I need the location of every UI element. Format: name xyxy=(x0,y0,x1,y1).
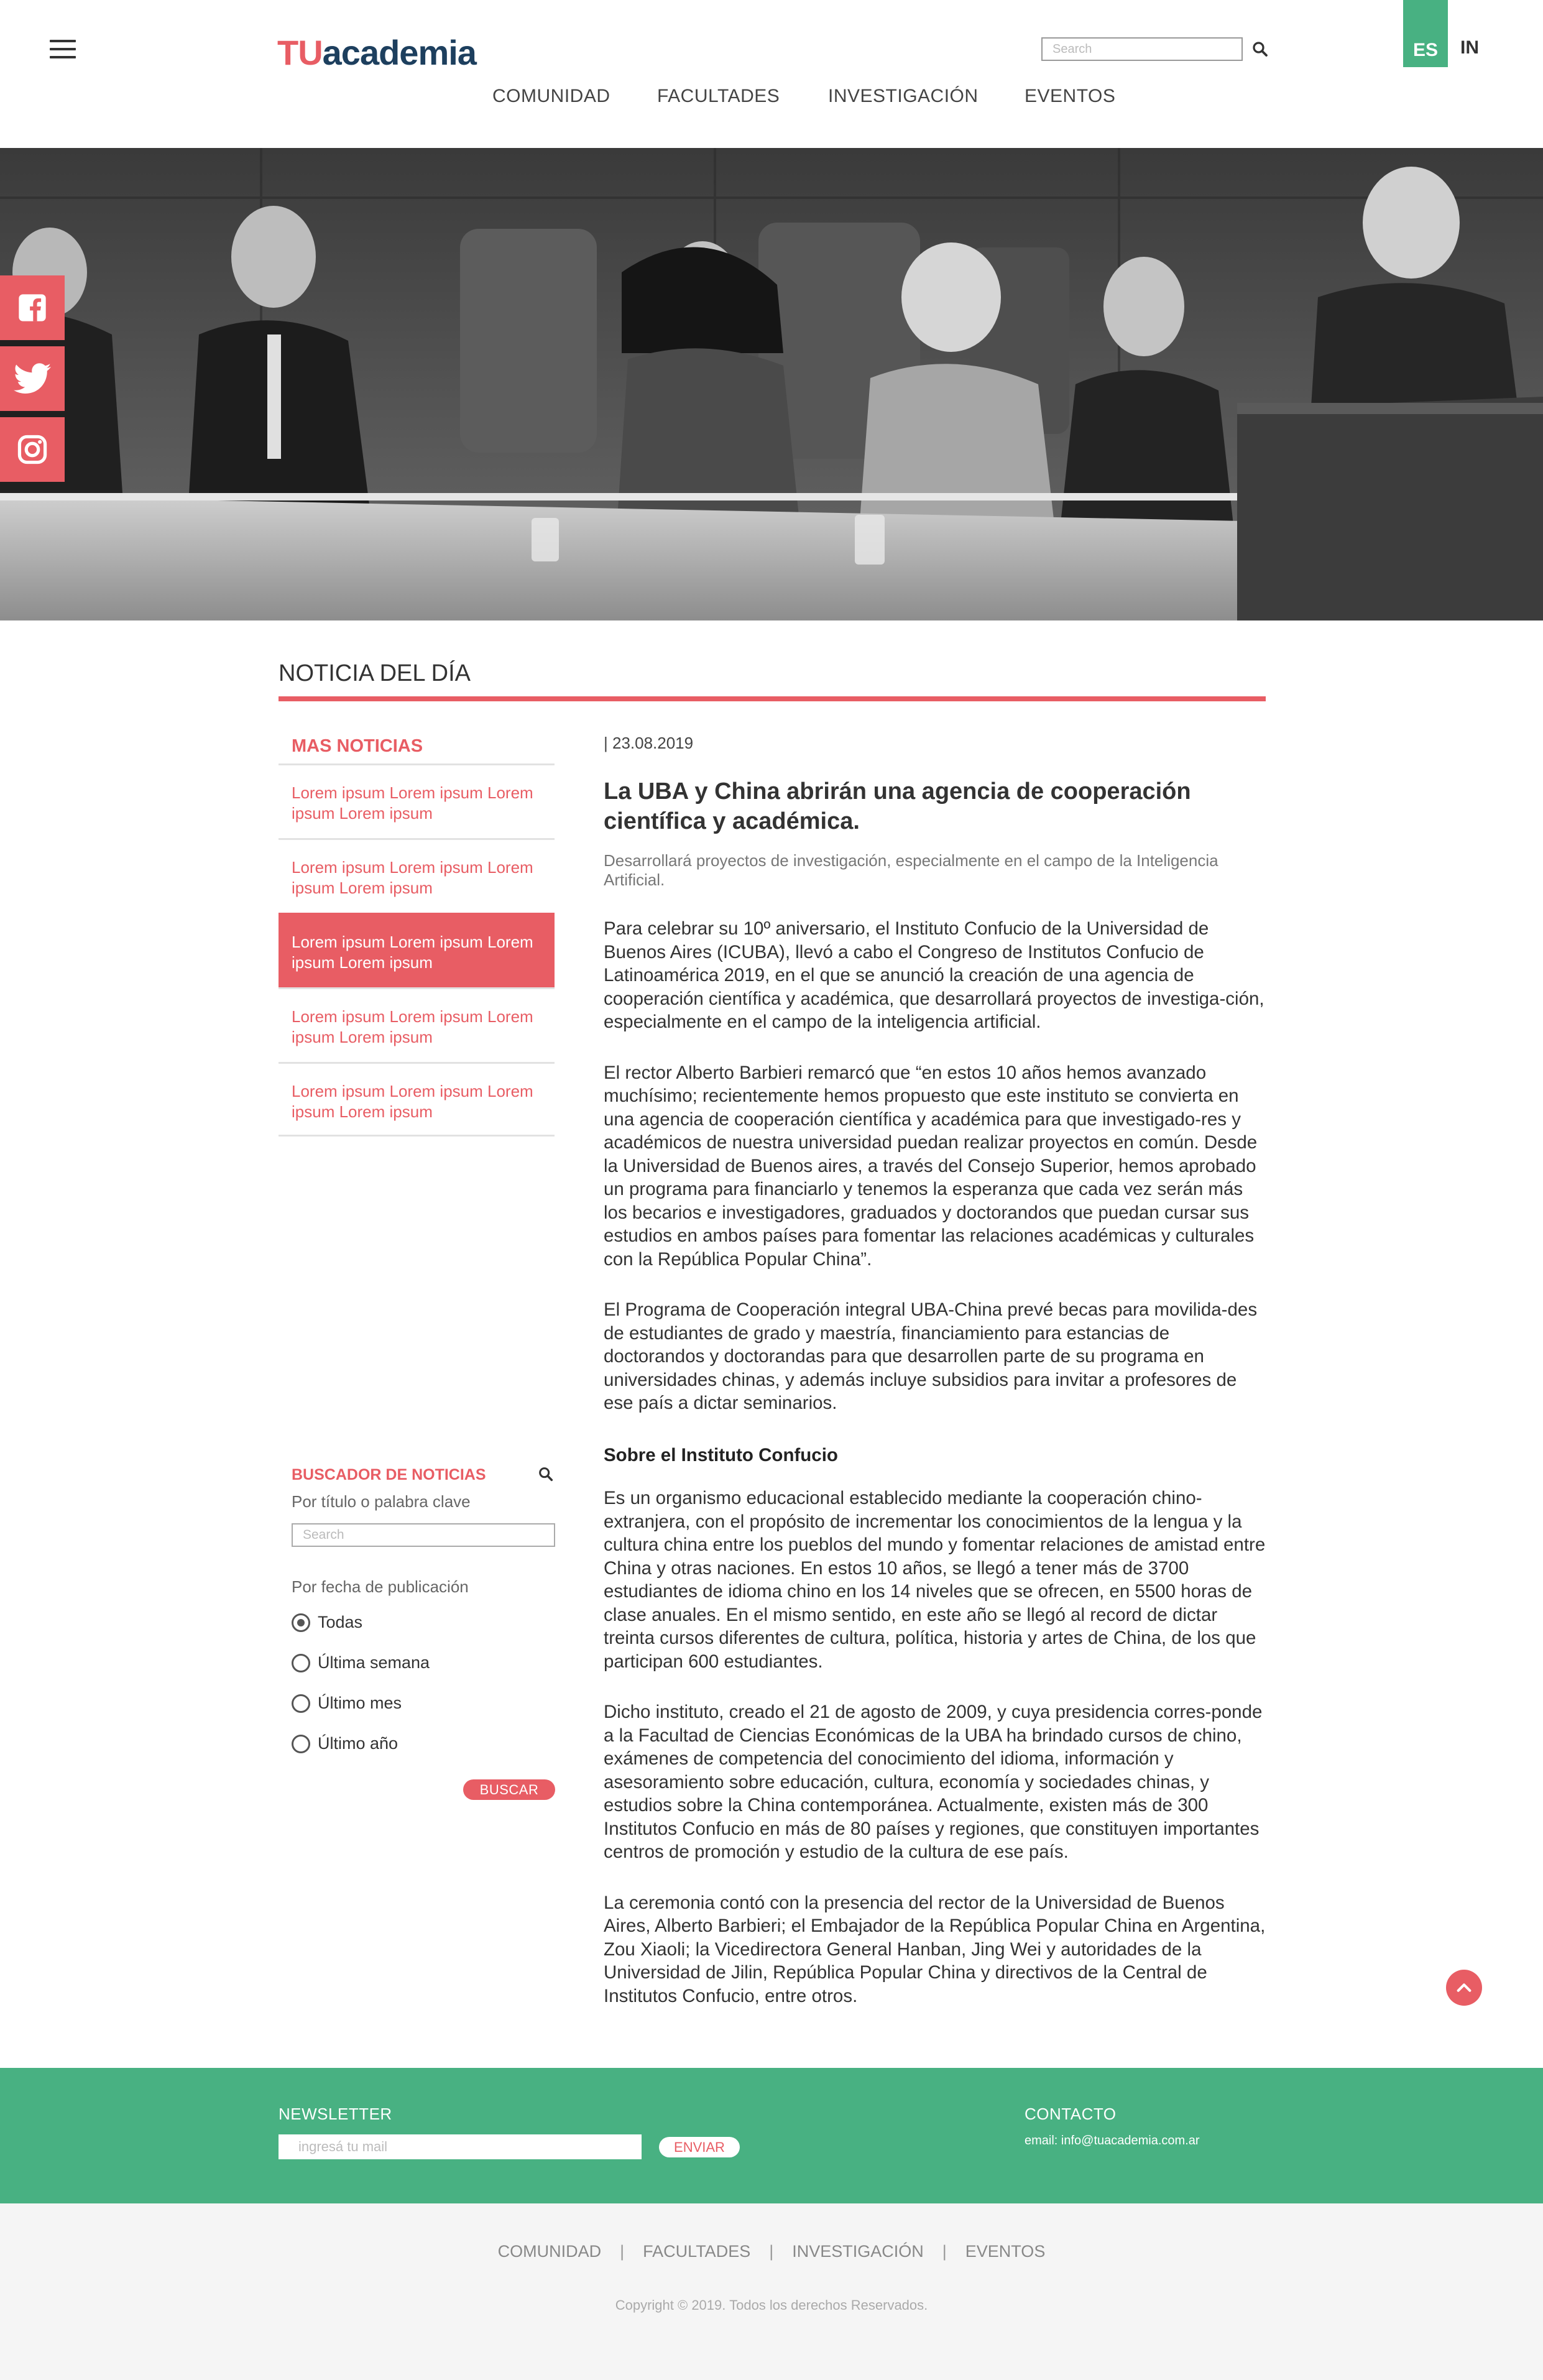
copyright: Copyright © 2019. Todos los derechos Res… xyxy=(615,2297,928,2313)
search-icon[interactable] xyxy=(537,1465,555,1483)
finder-date-label: Por fecha de publicación xyxy=(292,1577,469,1596)
radio-circle[interactable] xyxy=(292,1734,310,1753)
chevron-up-icon xyxy=(1457,1983,1472,1992)
nav-eventos[interactable]: EVENTOS xyxy=(1025,86,1115,107)
article-paragraph: Para celebrar su 10º aniversario, el Ins… xyxy=(604,918,1264,1032)
footer-nav-investigacion[interactable]: INVESTIGACIÓN xyxy=(792,2242,924,2261)
footer-nav-separator: | xyxy=(620,2242,625,2261)
radio-circle[interactable] xyxy=(292,1694,310,1713)
more-news-list: Lorem ipsum Lorem ipsum Lorem ipsum Lore… xyxy=(279,763,555,1137)
lang-es-button[interactable]: ES xyxy=(1403,0,1448,67)
nav-facultades[interactable]: FACULTADES xyxy=(657,86,780,107)
more-news-heading: MAS NOTICIAS xyxy=(292,736,423,756)
radio-label: Último año xyxy=(318,1734,398,1753)
main-nav: COMUNIDAD FACULTADES INVESTIGACIÓN EVENT… xyxy=(0,86,1543,113)
radio-label: Todas xyxy=(318,1613,363,1631)
nav-comunidad[interactable]: COMUNIDAD xyxy=(492,86,610,107)
lang-in-button[interactable]: IN xyxy=(1460,37,1479,58)
radio-ultima-semana[interactable]: Última semana xyxy=(292,1653,430,1672)
section-divider xyxy=(279,696,1266,701)
radio-circle[interactable] xyxy=(292,1653,310,1672)
article-subheading: Sobre el Instituto Confucio xyxy=(604,1444,838,1465)
nav-investigacion[interactable]: INVESTIGACIÓN xyxy=(828,86,979,107)
radio-circle-checked[interactable] xyxy=(292,1613,310,1632)
finder-keyword-label: Por título o palabra clave xyxy=(292,1492,471,1511)
article-title: La UBA y China abrirán una agencia de co… xyxy=(604,778,1191,834)
news-link[interactable]: Lorem ipsum Lorem ipsum Lorem ipsum Lore… xyxy=(279,763,555,838)
search-input[interactable] xyxy=(1041,37,1243,61)
footer-nav-eventos[interactable]: EVENTOS xyxy=(965,2242,1046,2261)
article-paragraph: Dicho instituto, creado el 21 de agosto … xyxy=(604,1702,1263,1862)
menu-icon[interactable] xyxy=(50,40,76,58)
article-paragraph: La ceremonia contó con la presencia del … xyxy=(604,1892,1266,2006)
twitter-button[interactable] xyxy=(0,346,65,411)
footer-nav-comunidad[interactable]: COMUNIDAD xyxy=(498,2242,602,2261)
hero-image xyxy=(0,148,1543,620)
instagram-icon xyxy=(17,435,47,464)
radio-ultimo-mes[interactable]: Último mes xyxy=(292,1694,402,1713)
article-paragraph: El Programa de Cooperación integral UBA-… xyxy=(604,1299,1258,1413)
news-link[interactable]: Lorem ipsum Lorem ipsum Lorem ipsum Lore… xyxy=(279,987,555,1062)
footer-nav-facultades[interactable]: FACULTADES xyxy=(643,2242,750,2261)
news-finder-title: BUSCADOR DE NOTICIAS xyxy=(292,1466,486,1483)
footer-newsletter xyxy=(0,2068,1543,2203)
article-paragraph: Es un organismo educacional establecido … xyxy=(604,1488,1266,1672)
footer-nav: COMUNIDAD | FACULTADES | INVESTIGACIÓN | EVENT… xyxy=(0,2242,1543,2261)
twitter-icon xyxy=(14,363,51,394)
contact-title: CONTACTO xyxy=(1025,2105,1117,2123)
news-link[interactable]: Lorem ipsum Lorem ipsum Lorem ipsum Lore… xyxy=(279,838,555,913)
section-title: NOTICIA DEL DÍA xyxy=(279,660,471,686)
search-icon[interactable] xyxy=(1251,40,1269,58)
lang-es-label: ES xyxy=(1412,40,1439,60)
article-paragraph: El rector Alberto Barbieri remarcó que “… xyxy=(604,1062,1258,1270)
news-link[interactable]: Lorem ipsum Lorem ipsum Lorem ipsum Lore… xyxy=(279,1062,555,1137)
instagram-button[interactable] xyxy=(0,417,65,482)
hero-photo xyxy=(0,148,1543,620)
radio-label: Último mes xyxy=(318,1694,402,1712)
search-button[interactable]: BUSCAR xyxy=(463,1779,555,1800)
facebook-icon xyxy=(19,294,46,321)
radio-todas[interactable]: Todas xyxy=(292,1613,362,1632)
news-link-active[interactable]: Lorem ipsum Lorem ipsum Lorem ipsum Lore… xyxy=(279,913,555,987)
radio-label: Última semana xyxy=(318,1653,430,1672)
footer-bottom xyxy=(0,2203,1543,2380)
footer-nav-separator: | xyxy=(942,2242,947,2261)
logo-tu: TU xyxy=(277,33,323,72)
newsletter-email-input[interactable] xyxy=(279,2134,642,2159)
newsletter-send-button[interactable]: ENVIAR xyxy=(659,2137,740,2157)
article-date: | 23.08.2019 xyxy=(604,734,694,752)
facebook-button[interactable] xyxy=(0,275,65,340)
newsletter-title: NEWSLETTER xyxy=(279,2105,392,2123)
finder-search-input[interactable] xyxy=(292,1523,555,1547)
article: | 23.08.2019 La UBA y China abrirán una … xyxy=(604,734,1266,2008)
article-lead: Desarrollará proyectos de investigación,… xyxy=(604,851,1218,889)
logo-academia: academia xyxy=(322,33,477,72)
footer-nav-separator: | xyxy=(769,2242,774,2261)
logo[interactable]: TUacademia xyxy=(277,32,477,73)
radio-ultimo-ano[interactable]: Último año xyxy=(292,1734,398,1753)
contact-email[interactable]: email: info@tuacademia.com.ar xyxy=(1025,2134,1200,2148)
back-to-top-button[interactable] xyxy=(1446,1970,1482,2006)
